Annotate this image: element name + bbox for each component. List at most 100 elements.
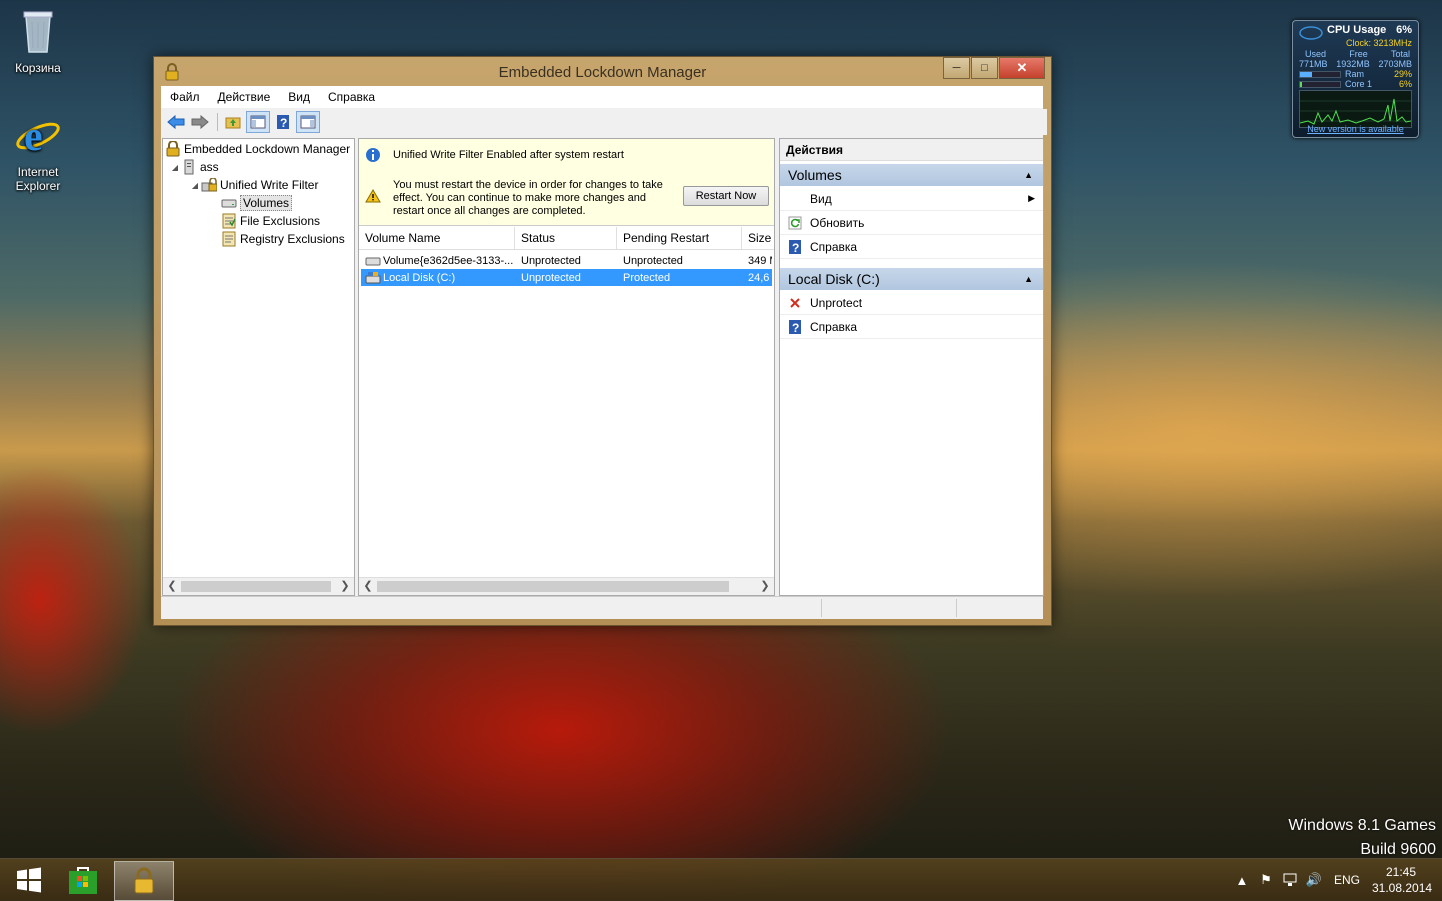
maximize-button[interactable]: □ — [971, 57, 998, 79]
back-arrow-icon — [167, 115, 185, 129]
row-pending: Protected — [623, 271, 671, 284]
collapse-up-icon[interactable]: ▲ — [1024, 170, 1033, 180]
action-help-volumes[interactable]: ? Справка — [780, 235, 1043, 259]
action-unprotect-label: Unprotect — [810, 295, 863, 310]
gadget-ram-pct: 29% — [1393, 69, 1412, 79]
restart-now-button[interactable]: Restart Now — [683, 186, 769, 206]
status-bar — [161, 596, 1043, 619]
watermark-line1: Windows 8.1 Games — [1288, 817, 1436, 834]
start-button[interactable] — [0, 861, 58, 899]
collapse-up-icon[interactable]: ▲ — [1024, 274, 1033, 284]
volume-icon[interactable]: 🔊 — [1302, 870, 1326, 890]
action-help-label: Справка — [810, 239, 858, 254]
action-refresh-label: Обновить — [810, 215, 865, 230]
menu-help[interactable]: Справка — [319, 90, 384, 104]
table-row[interactable]: Volume{e362d5ee-3133-... Unprotected Unp… — [361, 252, 772, 269]
taskbar-clock[interactable]: 21:45 31.08.2014 — [1372, 864, 1432, 896]
recycle-bin-desktop-icon[interactable]: Корзина — [1, 6, 75, 75]
tree-item-volumes[interactable]: Volumes — [221, 194, 293, 212]
elm-taskbar-button[interactable] — [114, 861, 174, 901]
col-status[interactable]: Status — [515, 227, 617, 249]
lock-icon — [165, 141, 181, 157]
scroll-left-icon[interactable]: ❮ — [165, 579, 179, 592]
row-volume-cell: Volume{e362d5ee-3133-... — [361, 252, 517, 269]
tree-volumes-label: Volumes — [240, 195, 293, 211]
scroll-left-icon[interactable]: ❮ — [361, 579, 375, 592]
tree-item-file-exclusions[interactable]: File Exclusions — [221, 212, 320, 230]
col-size[interactable]: Size — [742, 227, 774, 249]
internet-explorer-desktop-icon[interactable]: e Internet Explorer — [1, 112, 75, 193]
scroll-thumb[interactable] — [377, 581, 729, 592]
language-indicator[interactable]: ENG — [1334, 873, 1360, 887]
minimize-icon: ─ — [952, 62, 961, 74]
drive-icon — [365, 257, 381, 265]
table-row-selected[interactable]: Local Disk (C:) Unprotected Protected 24… — [361, 269, 772, 286]
tree-device-label: ass — [200, 160, 219, 174]
scroll-right-icon[interactable]: ❯ — [758, 579, 772, 592]
action-view[interactable]: Вид ▶ — [780, 187, 1043, 211]
clock-time: 21:45 — [1385, 865, 1417, 879]
tree-horizontal-scrollbar[interactable]: ❮ ❯ — [163, 577, 354, 595]
close-button[interactable]: ✕ — [999, 57, 1045, 79]
network-icon[interactable] — [1278, 870, 1302, 890]
menu-file[interactable]: Файл — [161, 90, 209, 104]
minimize-button[interactable]: ─ — [943, 57, 970, 79]
scroll-right-icon[interactable]: ❯ — [338, 579, 352, 592]
warning-icon — [365, 189, 381, 206]
actions-section-local-disk[interactable]: Local Disk (C:) ▲ — [780, 268, 1043, 290]
forward-arrow-icon — [191, 115, 209, 129]
action-unprotect[interactable]: Unprotect — [780, 291, 1043, 315]
action-help-label: Справка — [810, 319, 858, 334]
collapse-arrow-icon[interactable]: ◢ — [169, 163, 181, 172]
menu-view[interactable]: Вид — [279, 90, 319, 104]
tree-item-device[interactable]: ◢ ass — [169, 158, 219, 176]
menu-bar: Файл Действие Вид Справка — [161, 86, 1043, 108]
action-view-label: Вид — [810, 191, 832, 206]
up-folder-button[interactable] — [222, 112, 244, 132]
windows-watermark: Windows 8.1 Games Build 9600 — [1288, 814, 1436, 862]
console-tree: Embedded Lockdown Manager ◢ ass ◢ Unifie… — [162, 138, 355, 596]
menu-action[interactable]: Действие — [209, 90, 280, 104]
folder-up-icon — [225, 117, 241, 129]
tree-item-uwf[interactable]: ◢ Unified Write Filter — [189, 176, 318, 194]
console-tree-icon — [250, 115, 266, 129]
col-volume-name[interactable]: Volume Name — [359, 227, 515, 249]
exclusion-list-icon — [221, 231, 237, 247]
section-title: Volumes — [788, 167, 842, 183]
gadget-core-pct: 6% — [1398, 79, 1412, 89]
gadget-value-used: 771MB — [1299, 59, 1328, 69]
show-hidden-icons-icon[interactable]: ▲ — [1230, 870, 1254, 890]
action-refresh[interactable]: Обновить — [780, 211, 1043, 235]
show-hide-tree-button[interactable] — [246, 111, 270, 133]
elm-window: Embedded Lockdown Manager ─ □ ✕ Файл Дей… — [153, 56, 1052, 626]
gadget-update-link[interactable]: New version is available — [1293, 124, 1418, 134]
gadget-clock: Clock: 3213MHz — [1345, 38, 1412, 48]
gadget-header-total: Total — [1390, 49, 1410, 59]
show-action-pane-button[interactable] — [296, 111, 320, 133]
taskbar: ▲ ⚑ 🔊 ENG 21:45 31.08.2014 — [0, 858, 1442, 901]
ie-label-line1: Internet — [17, 165, 59, 179]
tree-item-root[interactable]: Embedded Lockdown Manager — [165, 140, 350, 158]
col-pending-restart[interactable]: Pending Restart — [617, 227, 742, 249]
actions-header: Действия — [780, 139, 1043, 161]
row-status: Unprotected — [521, 271, 581, 284]
action-center-flag-icon[interactable]: ⚑ — [1254, 870, 1278, 890]
help-button[interactable]: ? — [272, 112, 294, 132]
tree-item-registry-exclusions[interactable]: Registry Exclusions — [221, 230, 345, 248]
actions-section-volumes[interactable]: Volumes ▲ — [780, 164, 1043, 186]
action-help-disk[interactable]: ? Справка — [780, 315, 1043, 339]
scroll-thumb[interactable] — [181, 581, 331, 592]
row-volume-name: Volume{e362d5ee-3133-... — [383, 254, 514, 267]
forward-button[interactable] — [189, 112, 211, 132]
system-tray: ▲ ⚑ 🔊 ENG 21:45 31.08.2014 — [1230, 859, 1442, 901]
actions-pane: Действия Volumes ▲ Вид ▶ Обновить ? Спра… — [779, 138, 1044, 596]
gadget-header-free: Free — [1349, 49, 1368, 59]
back-button[interactable] — [165, 112, 187, 132]
collapse-arrow-icon[interactable]: ◢ — [189, 181, 201, 190]
lock-icon — [134, 867, 154, 894]
store-taskbar-button[interactable] — [54, 861, 112, 899]
row-status: Unprotected — [521, 254, 581, 267]
window-controls: ─ □ ✕ — [942, 57, 1045, 79]
close-icon: ✕ — [1016, 60, 1028, 75]
list-horizontal-scrollbar[interactable]: ❮ ❯ — [359, 577, 774, 595]
